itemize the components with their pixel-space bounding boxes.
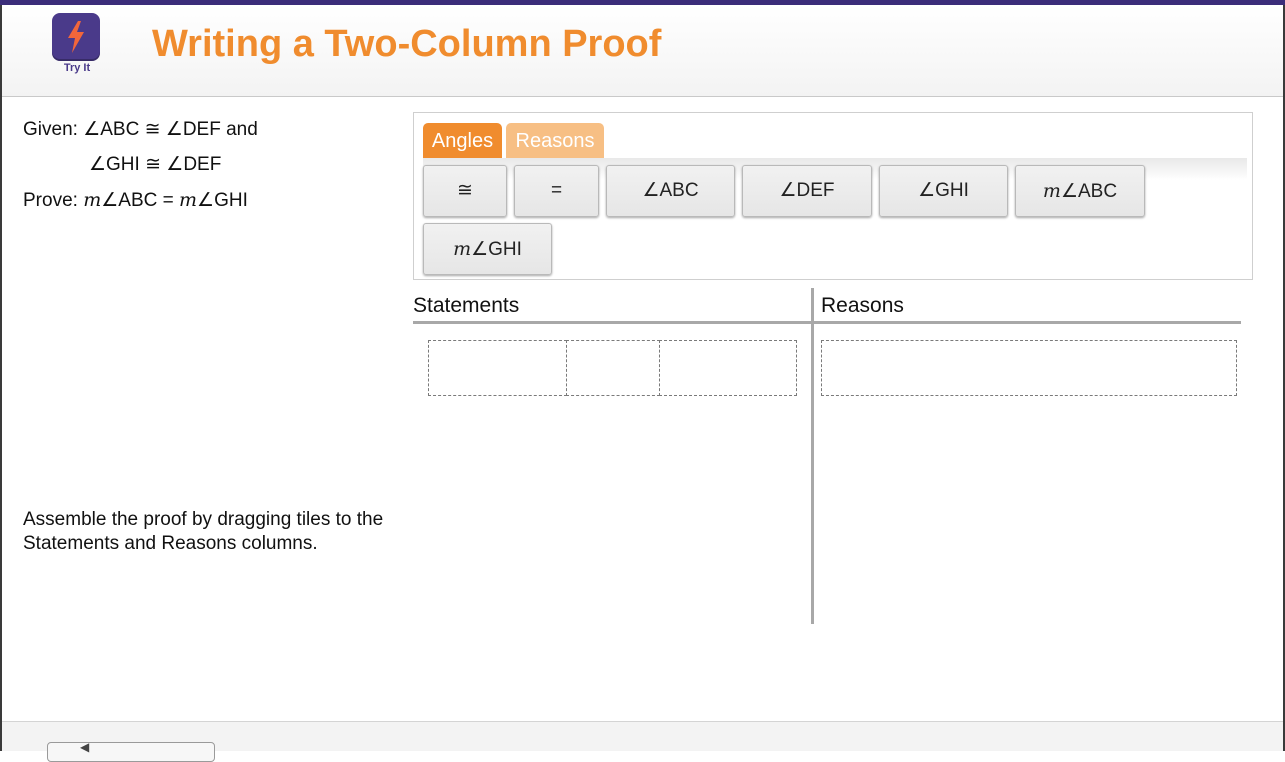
statement-drop-slot-1[interactable] bbox=[428, 340, 567, 396]
speaker-icon: ◀ bbox=[80, 740, 90, 754]
given-statement-2: ∠GHI ≅ ∠DEF bbox=[89, 154, 222, 175]
given-line-1: Given: ∠ABC ≅ ∠DEF and bbox=[23, 116, 403, 151]
tile-text: ∠ABC bbox=[1060, 181, 1118, 202]
tile-angle-abc[interactable]: ∠ABC bbox=[606, 165, 735, 217]
given-label: Given: bbox=[23, 119, 84, 140]
tile-text: ∠ABC bbox=[642, 180, 699, 201]
column-divider bbox=[811, 288, 814, 624]
statements-header-rule bbox=[413, 321, 811, 324]
reasons-column-header: Reasons bbox=[821, 294, 904, 317]
statements-column-header: Statements bbox=[413, 294, 520, 317]
tab-reasons[interactable]: Reasons bbox=[506, 123, 604, 159]
footer-button[interactable]: ◀ bbox=[47, 740, 215, 762]
statement-drop-slot-3[interactable] bbox=[659, 340, 797, 396]
prove-label: Prove: bbox=[23, 190, 84, 211]
measure-symbol: m bbox=[453, 238, 472, 260]
try-it-logo bbox=[52, 13, 100, 61]
page-title: Writing a Two-Column Proof bbox=[152, 23, 662, 65]
problem-panel: Given: ∠ABC ≅ ∠DEF and ∠GHI ≅ ∠DEF Prove… bbox=[23, 116, 403, 221]
tile-measure-ghi[interactable]: m∠GHI bbox=[423, 223, 552, 275]
tile-palette: Angles Reasons ≅ = ∠ABC ∠DEF ∠GHI m∠ABC … bbox=[413, 112, 1253, 280]
instructions: Assemble the proof by dragging tiles to … bbox=[23, 509, 384, 554]
tile-text: = bbox=[550, 180, 563, 201]
measure-symbol: m bbox=[1042, 180, 1061, 202]
tile-text: ∠DEF bbox=[779, 180, 835, 201]
lightning-bolt-icon bbox=[68, 21, 84, 53]
reason-drop-slot[interactable] bbox=[821, 340, 1237, 396]
prove-line: Prove: m∠ABC = m∠GHI bbox=[23, 186, 403, 221]
statement-drop-slot-2[interactable] bbox=[566, 340, 660, 396]
tile-equals[interactable]: = bbox=[514, 165, 599, 217]
tile-angle-ghi[interactable]: ∠GHI bbox=[879, 165, 1008, 217]
logo-caption: Try It bbox=[63, 62, 91, 74]
tile-text: ≅ bbox=[457, 180, 473, 201]
tile-text: ∠GHI bbox=[471, 239, 522, 260]
header: Try It Writing a Two-Column Proof bbox=[2, 5, 1283, 97]
given-statement-1: ∠ABC ≅ ∠DEF and bbox=[83, 119, 258, 140]
tile-text: ∠GHI bbox=[918, 180, 969, 201]
tile-congruent[interactable]: ≅ bbox=[423, 165, 507, 217]
given-line-2: ∠GHI ≅ ∠DEF bbox=[23, 151, 403, 186]
measure-symbol: m bbox=[179, 189, 198, 211]
prove-part-1: ∠ABC = bbox=[101, 190, 179, 211]
prove-part-2: ∠GHI bbox=[197, 190, 248, 211]
reasons-header-rule bbox=[814, 321, 1241, 324]
tile-angle-def[interactable]: ∠DEF bbox=[742, 165, 872, 217]
tile-measure-abc[interactable]: m∠ABC bbox=[1015, 165, 1145, 217]
measure-symbol: m bbox=[83, 189, 102, 211]
footer-bar: ◀ bbox=[2, 721, 1283, 762]
tab-angles[interactable]: Angles bbox=[423, 123, 502, 159]
